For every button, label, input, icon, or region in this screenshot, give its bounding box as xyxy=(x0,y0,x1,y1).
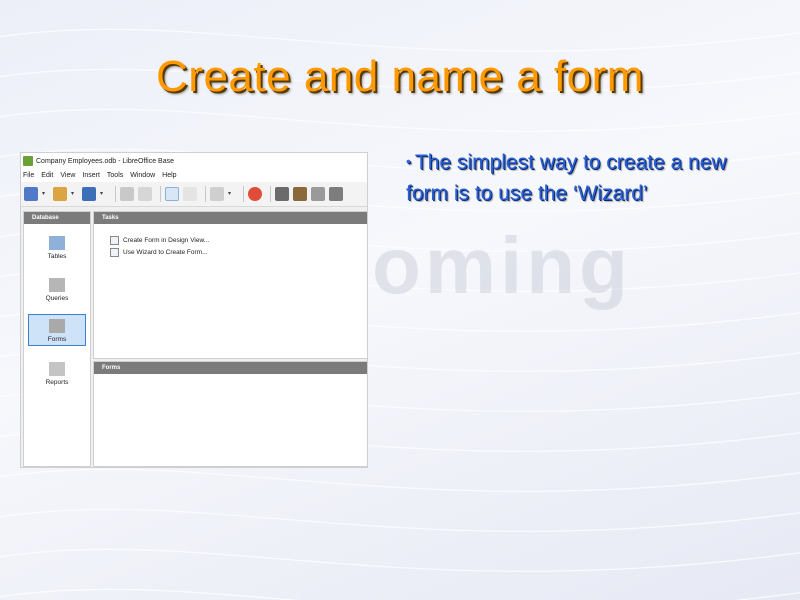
table-icon xyxy=(49,236,65,250)
toolbar-separator xyxy=(243,186,244,202)
report-icon[interactable] xyxy=(329,187,343,201)
menu-edit[interactable]: Edit xyxy=(41,172,53,179)
task-label: Create Form in Design View... xyxy=(123,237,210,244)
sort-ascending-icon[interactable] xyxy=(165,187,179,201)
query-icon xyxy=(49,278,65,292)
database-item-label: Queries xyxy=(45,295,69,302)
database-item-label: Tables xyxy=(47,253,67,260)
window-titlebar: Company Employees.odb - LibreOffice Base xyxy=(21,153,367,169)
design-view-icon xyxy=(110,236,119,245)
tasks-panel-header: Tasks xyxy=(94,212,367,224)
bullet-text: The simplest way to create a new form is… xyxy=(406,151,727,205)
menu-file[interactable]: File xyxy=(23,172,34,179)
toolbar-separator xyxy=(270,186,271,202)
form-icon[interactable] xyxy=(210,187,224,201)
task-use-wizard[interactable]: Use Wizard to Create Form... xyxy=(110,248,208,257)
window-title: Company Employees.odb - LibreOffice Base xyxy=(36,157,174,165)
watermark: oming xyxy=(372,221,632,310)
table-design-icon[interactable] xyxy=(275,187,289,201)
bullet-point: • The simplest way to create a new form i… xyxy=(406,146,766,209)
database-panel: Database Tables Queries Forms Reports xyxy=(23,211,91,467)
menu-tools[interactable]: Tools xyxy=(107,172,123,179)
menu-bar: File Edit View Insert Tools Window Help xyxy=(21,169,367,182)
view-icon[interactable] xyxy=(311,187,325,201)
libreoffice-base-window: Company Employees.odb - LibreOffice Base… xyxy=(20,152,368,468)
task-create-form-design-view[interactable]: Create Form in Design View... xyxy=(110,236,209,245)
forms-panel: Forms xyxy=(93,361,368,467)
toolbar-separator xyxy=(205,186,206,202)
open-dropdown-icon[interactable]: ▾ xyxy=(71,187,77,201)
open-icon[interactable] xyxy=(53,187,67,201)
libreoffice-base-icon xyxy=(23,156,33,166)
bullet-dot: • xyxy=(406,153,411,169)
database-item-queries[interactable]: Queries xyxy=(28,274,86,306)
sort-descending-icon[interactable] xyxy=(183,187,197,201)
report-icon xyxy=(49,362,65,376)
database-item-label: Forms xyxy=(47,336,67,343)
new-dropdown-icon[interactable]: ▾ xyxy=(42,187,48,201)
standard-toolbar: ▾ ▾ ▾ ▾ xyxy=(21,182,367,207)
task-label: Use Wizard to Create Form... xyxy=(123,249,208,256)
menu-window[interactable]: Window xyxy=(130,172,155,179)
menu-view[interactable]: View xyxy=(60,172,75,179)
wizard-icon xyxy=(110,248,119,257)
database-item-forms[interactable]: Forms xyxy=(28,314,86,346)
form-icon xyxy=(49,319,65,333)
database-item-reports[interactable]: Reports xyxy=(28,358,86,390)
paste-icon[interactable] xyxy=(138,187,152,201)
help-icon[interactable] xyxy=(248,187,262,201)
forms-panel-header: Forms xyxy=(94,362,367,374)
menu-help[interactable]: Help xyxy=(162,172,176,179)
tasks-panel: Tasks Create Form in Design View... Use … xyxy=(93,211,368,359)
slide-title: Create and name a form xyxy=(156,52,644,101)
new-icon[interactable] xyxy=(24,187,38,201)
database-item-tables[interactable]: Tables xyxy=(28,232,86,264)
database-panel-header: Database xyxy=(24,212,90,224)
form-dropdown-icon[interactable]: ▾ xyxy=(228,187,234,201)
database-item-label: Reports xyxy=(45,379,69,386)
save-dropdown-icon[interactable]: ▾ xyxy=(100,187,106,201)
save-icon[interactable] xyxy=(82,187,96,201)
menu-insert[interactable]: Insert xyxy=(82,172,100,179)
toolbar-separator xyxy=(160,186,161,202)
edit-icon[interactable] xyxy=(293,187,307,201)
copy-icon[interactable] xyxy=(120,187,134,201)
toolbar-separator xyxy=(115,186,116,202)
